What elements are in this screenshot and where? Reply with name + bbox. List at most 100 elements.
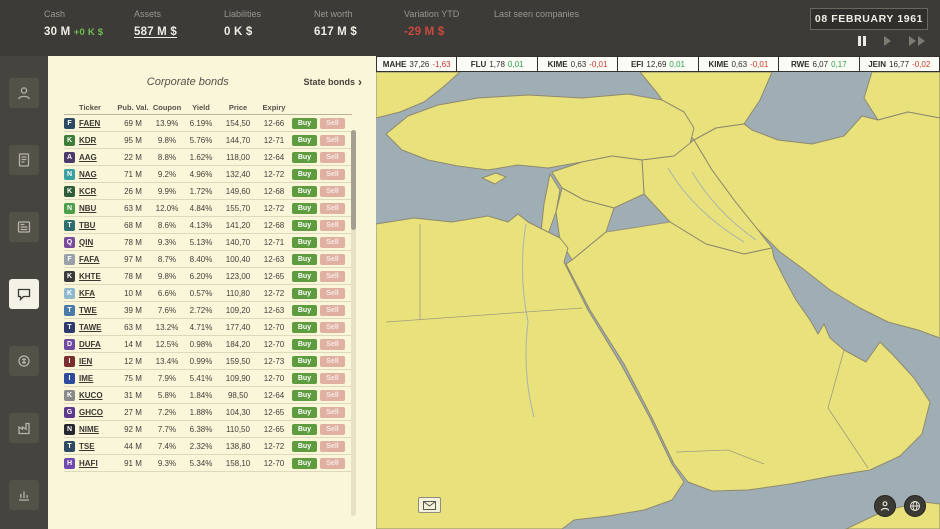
ticker-link[interactable]: KHTE [79,272,116,281]
quote-price: 1,78 [489,60,505,69]
play-icon [884,36,891,46]
ticker-link[interactable]: IEN [79,357,116,366]
pause-button[interactable] [857,35,867,47]
ticker-link[interactable]: KCR [79,187,116,196]
sell-button[interactable]: Sell [320,186,345,197]
ticker-link[interactable]: AAG [79,153,116,162]
sell-button[interactable]: Sell [320,407,345,418]
sidebar-item-documents[interactable] [9,145,39,175]
sell-button[interactable]: Sell [320,441,345,452]
liabilities-label: Liabilities [224,9,314,19]
buy-button[interactable]: Buy [292,203,317,214]
stock-quote[interactable]: EFI 12,69 0,01 [617,56,698,72]
state-bonds-button[interactable]: State bonds › [303,77,362,87]
bonds-scrollbar[interactable] [351,130,356,516]
buy-button[interactable]: Buy [292,441,317,452]
stock-quote[interactable]: MAHE 37,26 -1,63 [376,56,457,72]
buy-button[interactable]: Buy [292,220,317,231]
ticker-link[interactable]: TBU [79,221,116,230]
sell-button[interactable]: Sell [320,458,345,469]
ticker-link[interactable]: DUFA [79,340,116,349]
buy-button[interactable]: Buy [292,322,317,333]
sidebar-item-markets[interactable] [9,480,39,510]
sell-button[interactable]: Sell [320,322,345,333]
stock-quote[interactable]: JEIN 16,77 -0,02 [859,56,940,72]
ticker-link[interactable]: IME [79,374,116,383]
buy-button[interactable]: Buy [292,237,317,248]
ticker-link[interactable]: NIME [79,425,116,434]
assets-label: Assets [134,9,224,19]
buy-button[interactable]: Buy [292,152,317,163]
stock-quote[interactable]: KIME 0,63 -0,01 [537,56,618,72]
advisor-button[interactable] [874,495,896,517]
sell-button[interactable]: Sell [320,305,345,316]
map-viewport[interactable] [376,72,940,529]
ticker-link[interactable]: QIN [79,238,116,247]
sell-button[interactable]: Sell [320,288,345,299]
sidebar-item-finance[interactable] [9,346,39,376]
buy-button[interactable]: Buy [292,254,317,265]
sell-button[interactable]: Sell [320,203,345,214]
stats-strip: Cash 30 M +0 K $ Assets 587 M $ Liabilit… [0,0,644,56]
fast-forward-button[interactable] [908,35,926,47]
ticker-link[interactable]: GHCO [79,408,116,417]
bar-chart-icon [16,487,32,503]
middle-east-map[interactable] [376,72,940,529]
ticker-link[interactable]: HAFI [79,459,116,468]
sell-button[interactable]: Sell [320,220,345,231]
stock-quote[interactable]: FLU 1,78 0,01 [456,56,537,72]
buy-button[interactable]: Buy [292,186,317,197]
assets-value[interactable]: 587 M $ [134,26,224,38]
buy-button[interactable]: Buy [292,424,317,435]
ticker-link[interactable]: KFA [79,289,116,298]
sidebar-item-profile[interactable] [9,78,39,108]
stat-cash: Cash 30 M +0 K $ [44,9,134,56]
ticker-link[interactable]: NAG [79,170,116,179]
buy-button[interactable]: Buy [292,118,317,129]
ticker-link[interactable]: KUCO [79,391,116,400]
ticker-link[interactable]: NBU [79,204,116,213]
buy-button[interactable]: Buy [292,373,317,384]
sell-button[interactable]: Sell [320,339,345,350]
ticker-link[interactable]: KDR [79,136,116,145]
buy-button[interactable]: Buy [292,390,317,401]
stock-quote[interactable]: RWE 6,07 0,17 [778,56,859,72]
ticker-link[interactable]: TWE [79,306,116,315]
buy-button[interactable]: Buy [292,305,317,316]
sell-button[interactable]: Sell [320,118,345,129]
sell-button[interactable]: Sell [320,390,345,401]
buy-button[interactable]: Buy [292,407,317,418]
buy-button[interactable]: Buy [292,135,317,146]
sell-button[interactable]: Sell [320,271,345,282]
sell-button[interactable]: Sell [320,152,345,163]
ticker-link[interactable]: FAEN [79,119,116,128]
sell-button[interactable]: Sell [320,135,345,146]
sell-button[interactable]: Sell [320,237,345,248]
buy-button[interactable]: Buy [292,356,317,367]
mail-button[interactable] [418,497,441,513]
ticker-link[interactable]: TAWE [79,323,116,332]
sell-button[interactable]: Sell [320,254,345,265]
ticker-link[interactable]: FAFA [79,255,116,264]
ticker-link[interactable]: TSE [79,442,116,451]
buy-button[interactable]: Buy [292,458,317,469]
sell-button[interactable]: Sell [320,373,345,384]
stock-quote[interactable]: KIME 0,63 -0,01 [698,56,779,72]
buy-button[interactable]: Buy [292,288,317,299]
globe-button[interactable] [904,495,926,517]
expiry-cell: 12-70 [258,323,290,332]
bonds-table: TickerPub. Val.CouponYieldPriceExpiry F … [64,100,352,472]
sidebar-item-industry[interactable] [9,413,39,443]
buy-button[interactable]: Buy [292,169,317,180]
sidebar-item-news[interactable] [9,212,39,242]
sidebar-item-messages[interactable] [9,279,39,309]
scrollbar-thumb[interactable] [351,130,356,230]
sell-button[interactable]: Sell [320,424,345,435]
price-cell: 155,70 [218,204,258,213]
play-button[interactable] [883,35,892,47]
buy-button[interactable]: Buy [292,339,317,350]
sell-button[interactable]: Sell [320,356,345,367]
buy-button[interactable]: Buy [292,271,317,282]
sell-button[interactable]: Sell [320,169,345,180]
expiry-cell: 12-72 [258,289,290,298]
